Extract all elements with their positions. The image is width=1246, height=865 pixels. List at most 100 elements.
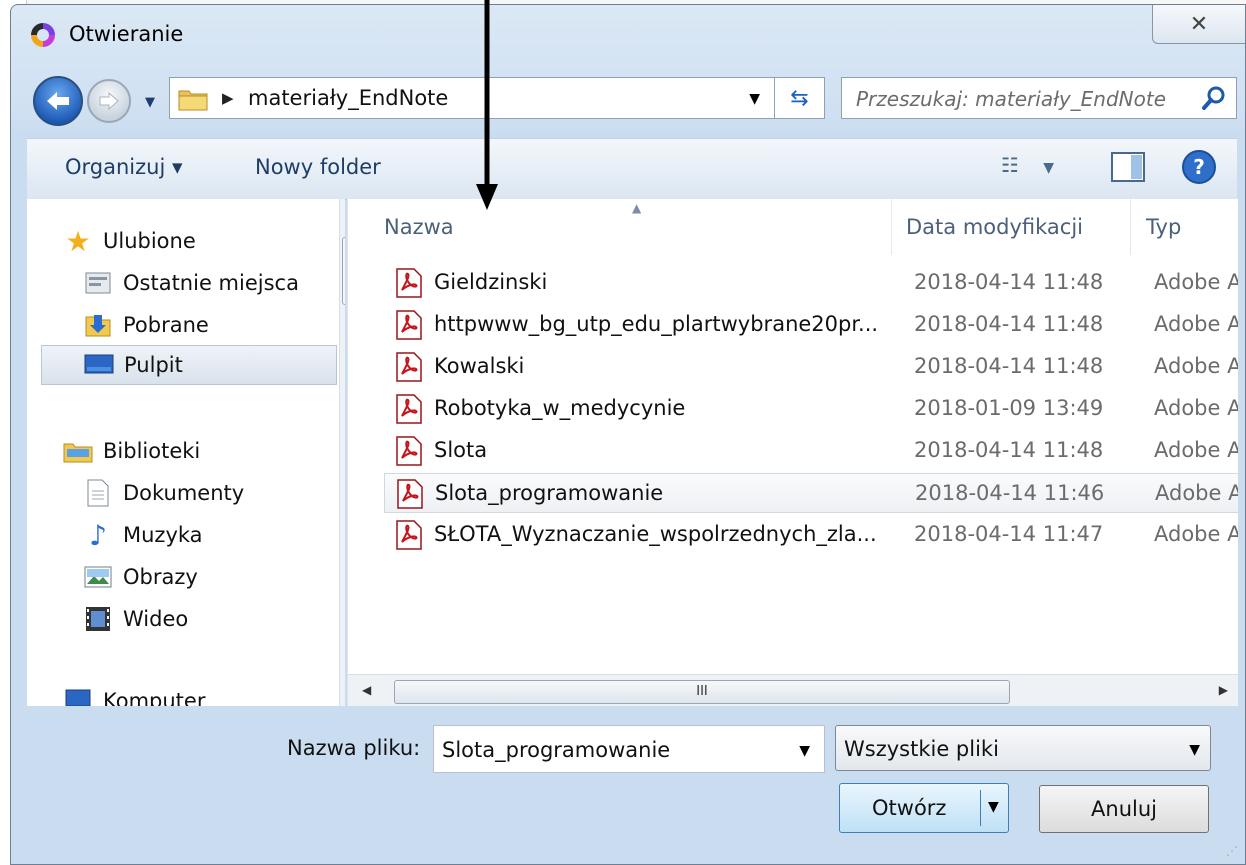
new-folder-button[interactable]: Nowy folder [255,155,381,179]
annotation-arrow-icon [476,0,498,210]
file-date: 2018-04-14 11:48 [914,270,1104,294]
file-name: SŁOTA_Wyznaczanie_wspolrzednych_zla... [434,522,877,546]
file-list-horizontal-scrollbar[interactable]: ◀ III ▶ [348,674,1238,706]
address-bar[interactable]: ▶ materiały_EndNote ▼ [169,77,775,119]
pdf-file-icon [396,520,422,550]
search-input[interactable]: Przeszukaj: materiały_EndNote [856,87,1166,111]
column-divider[interactable] [1130,199,1131,255]
nav-documents[interactable]: Dokumenty [83,473,244,513]
file-type-filter-select[interactable]: Wszystkie pliki ▼ [835,725,1211,771]
recent-locations-dropdown[interactable]: ▼ [145,95,155,110]
title-bar: Otwieranie ✕ [11,5,1245,63]
libraries-icon [63,436,93,466]
file-date: 2018-04-14 11:48 [914,438,1104,462]
svg-text:?: ? [1193,155,1205,179]
resize-grip-icon[interactable]: ⋰ [1226,844,1239,858]
file-name: httpwww_bg_utp_edu_plartwybrane20pr... [434,312,879,336]
nav-pictures[interactable]: Obrazy [83,557,198,597]
nav-downloads[interactable]: Pobrane [83,305,209,345]
organize-menu[interactable]: Organizuj ▾ [65,155,183,179]
pdf-file-icon [397,479,423,509]
close-button[interactable]: ✕ [1152,5,1245,44]
file-row[interactable]: httpwww_bg_utp_edu_plartwybrane20pr... 2… [384,305,1238,345]
nav-desktop[interactable]: Pulpit [41,345,337,385]
chevron-down-icon: ▼ [1189,742,1200,758]
file-row[interactable]: Kowalski 2018-04-14 11:48 Adobe Ac [384,347,1238,387]
nav-favorites[interactable]: ★ Ulubione [63,221,195,261]
file-date: 2018-04-14 11:48 [914,354,1104,378]
star-icon: ★ [65,224,91,258]
filename-dropdown-icon[interactable]: ▼ [799,743,810,759]
filename-label: Nazwa pliku: [287,736,421,760]
file-name: Slota_programowanie [435,481,664,505]
open-button-label: Otwórz [872,796,947,820]
file-name: Gieldzinski [434,270,548,294]
search-icon[interactable] [1200,84,1228,112]
file-name: Kowalski [434,354,525,378]
file-list: ▲ Nazwa Data modyfikacji Typ Gieldzinski… [347,199,1238,706]
nav-computer[interactable]: Komputer [63,681,205,706]
computer-icon [63,686,93,706]
breadcrumb-separator-icon[interactable]: ▶ [222,89,234,107]
column-name[interactable]: Nazwa [384,215,454,239]
help-icon[interactable]: ? [1181,149,1217,185]
back-button[interactable] [33,76,83,126]
nav-recent-places[interactable]: Ostatnie miejsca [83,263,299,303]
column-divider[interactable] [891,199,892,255]
pictures-icon [83,562,113,592]
file-row-selected[interactable]: Slota_programowanie 2018-04-14 11:46 Ado… [384,473,1238,513]
close-icon: ✕ [1189,11,1209,37]
forward-button[interactable] [87,79,131,123]
file-row[interactable]: Robotyka_w_medycynie 2018-01-09 13:49 Ad… [384,389,1238,429]
file-date: 2018-04-14 11:46 [915,481,1105,505]
chevron-down-icon: ▼ [1043,160,1055,176]
pdf-file-icon [396,310,422,340]
nav-libraries[interactable]: Biblioteki [63,431,200,471]
preview-pane-icon[interactable] [1111,151,1145,183]
refresh-button[interactable]: ⇆ [775,77,825,119]
nav-videos[interactable]: Wideo [83,599,188,639]
file-date: 2018-01-09 13:49 [914,396,1104,420]
nav-music[interactable]: ♪ Muzyka [83,515,202,555]
view-options-button[interactable]: ☷ ▼ [1001,153,1054,177]
file-name: Robotyka_w_medycynie [434,396,686,420]
file-type: Adobe Ac [1154,522,1238,546]
sort-ascending-icon: ▲ [632,201,642,215]
search-box[interactable]: Przeszukaj: materiały_EndNote [841,77,1237,119]
scrollbar-thumb[interactable] [342,237,345,305]
downloads-icon [83,310,113,340]
file-type: Adobe Ac [1154,354,1238,378]
cancel-button[interactable]: Anuluj [1039,785,1209,833]
file-row[interactable]: Gieldzinski 2018-04-14 11:48 Adobe Ac [384,263,1238,303]
file-type: Adobe Ac [1154,438,1238,462]
filename-value[interactable]: Slota_programowanie [442,738,670,762]
file-date: 2018-04-14 11:47 [914,522,1104,546]
videos-icon [83,604,113,634]
folder-icon [178,90,208,111]
recent-places-icon [83,268,113,298]
scroll-left-icon[interactable]: ◀ [362,683,371,697]
music-icon: ♪ [89,518,107,552]
file-type: Adobe Ac [1155,481,1238,505]
address-dropdown-icon[interactable]: ▼ [749,91,760,107]
list-view-icon: ☷ [1001,153,1019,177]
pdf-file-icon [396,394,422,424]
scrollbar-thumb[interactable]: III [394,680,1010,704]
column-type[interactable]: Typ [1146,215,1181,239]
documents-icon [83,478,113,508]
navigation-pane-scrollbar[interactable]: ▲ ▼ [339,199,345,706]
split-divider [980,790,981,826]
dialog-title: Otwieranie [69,22,184,46]
breadcrumb-folder[interactable]: materiały_EndNote [248,86,448,110]
pdf-file-icon [396,268,422,298]
file-row[interactable]: SŁOTA_Wyznaczanie_wspolrzednych_zla... 2… [384,515,1238,555]
filename-input[interactable]: Slota_programowanie ▼ [433,725,825,773]
arrow-left-icon [47,92,69,110]
open-options-dropdown-icon[interactable]: ▼ [988,799,999,815]
scroll-right-icon[interactable]: ▶ [1219,683,1228,697]
desktop-icon [84,350,114,380]
pdf-file-icon [396,352,422,382]
open-button[interactable]: Otwórz ▼ [839,783,1009,833]
column-date-modified[interactable]: Data modyfikacji [906,215,1083,239]
file-row[interactable]: Slota 2018-04-14 11:48 Adobe Ac [384,431,1238,471]
